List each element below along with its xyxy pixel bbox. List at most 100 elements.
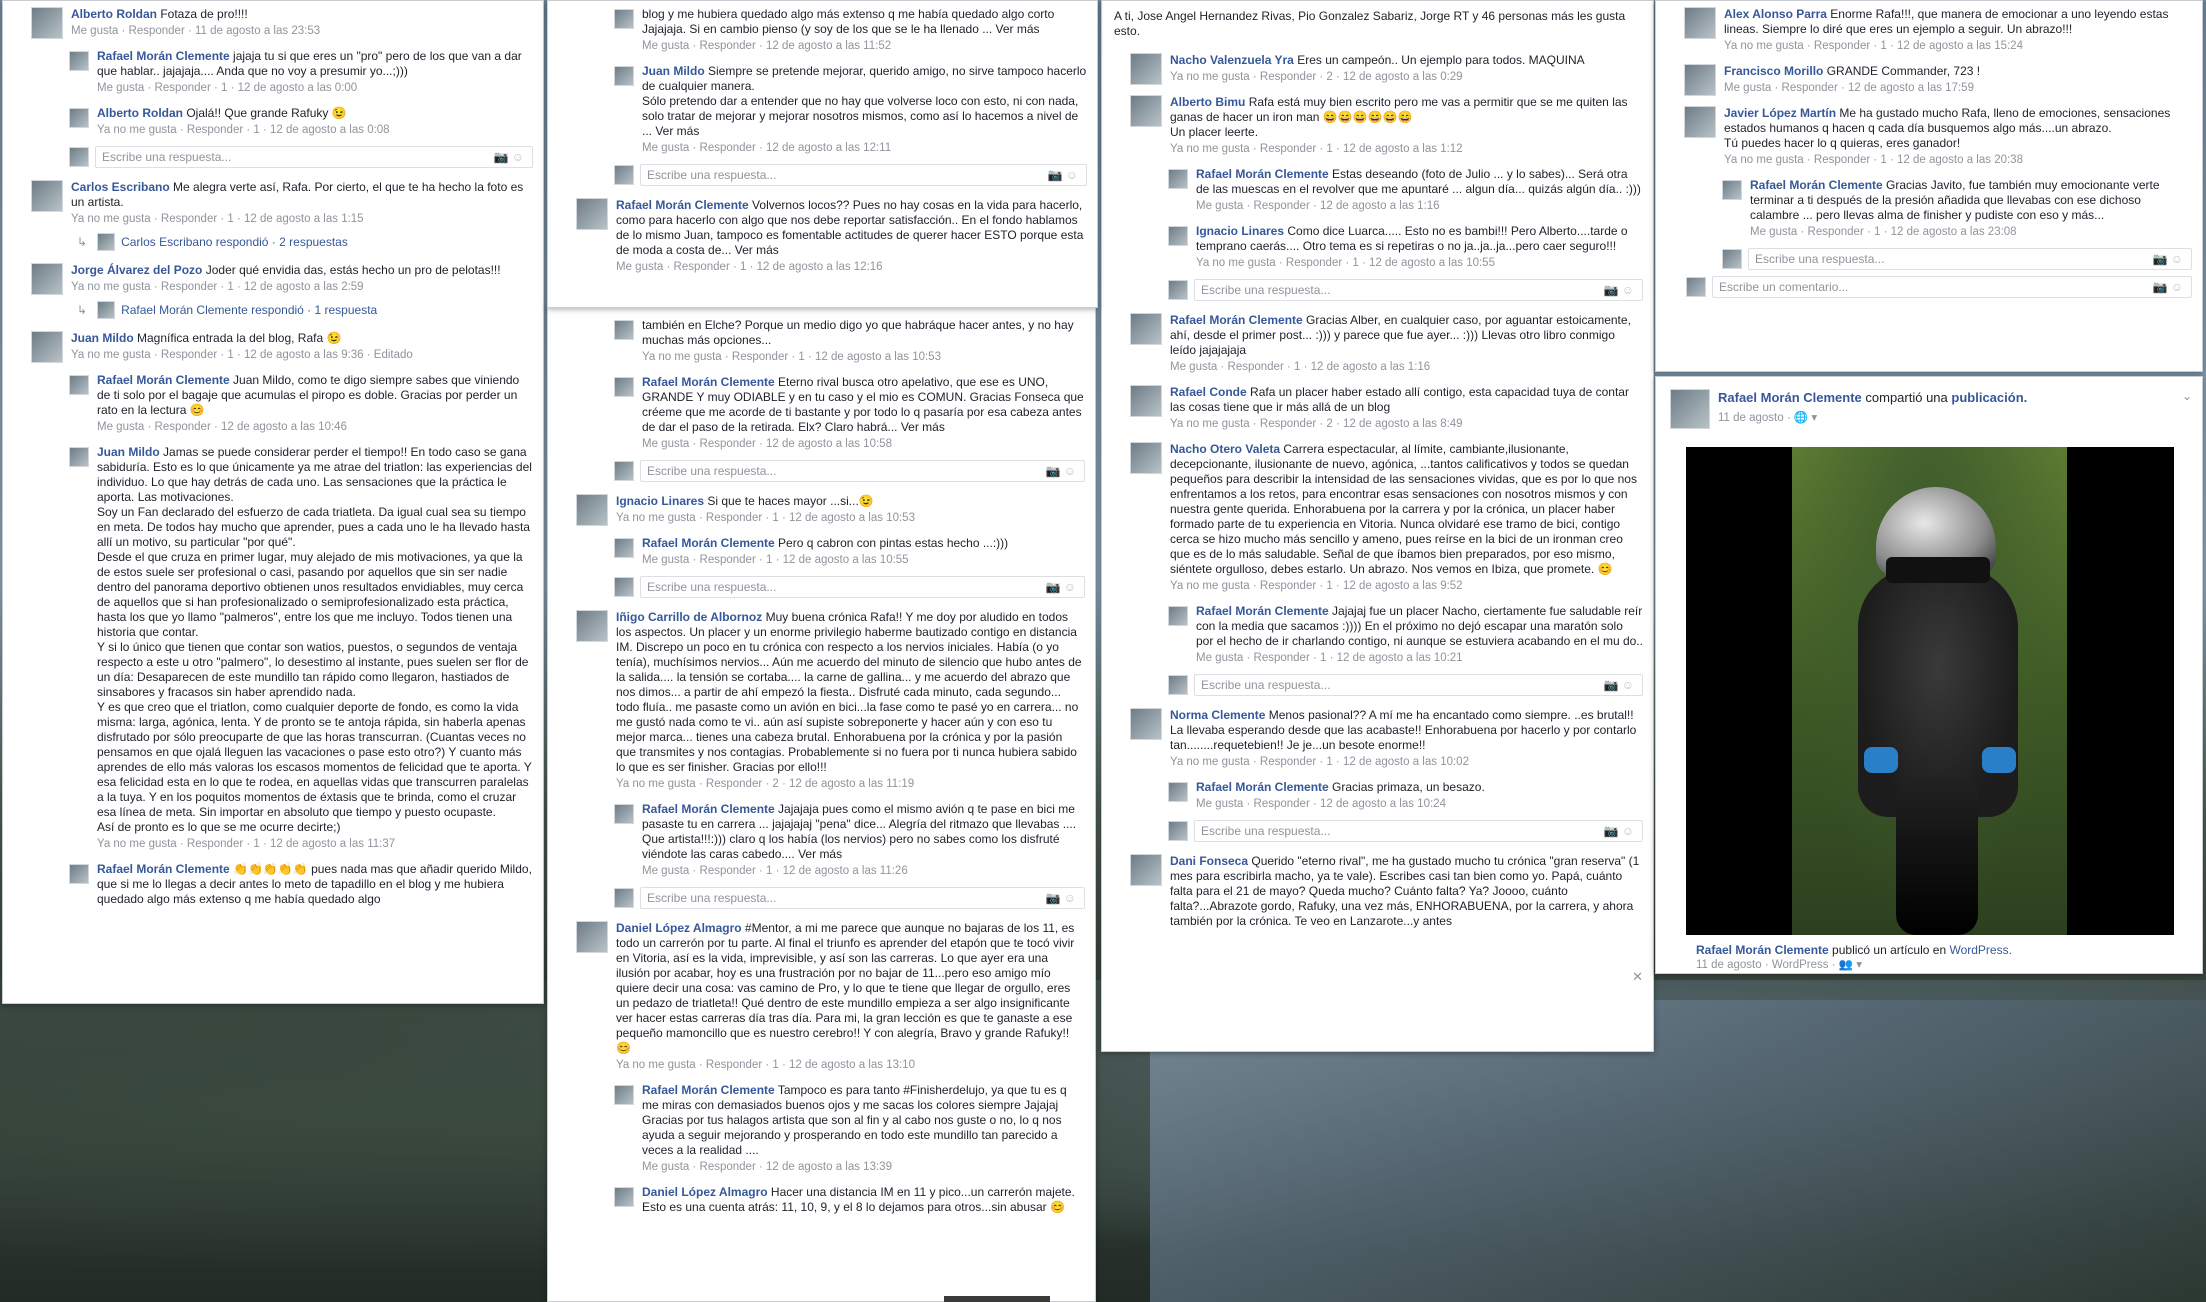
comment-actions[interactable]: Me gusta · Responder · 1 · 12 de agosto … (616, 260, 1087, 275)
comment-actions[interactable]: Ya no me gusta · Responder · 1 · 12 de a… (97, 123, 533, 138)
comment-actions[interactable]: Me gusta · Responder · 12 de agosto a la… (97, 420, 533, 435)
reply-input[interactable]: Escribe una respuesta... 📷 ☺ (640, 164, 1087, 186)
reply-input[interactable]: Escribe una respuesta... 📷 ☺ (1194, 674, 1643, 696)
avatar[interactable] (69, 864, 89, 884)
comment-actions[interactable]: Me gusta · Responder · 12 de agosto a la… (1196, 797, 1643, 812)
avatar[interactable] (614, 66, 634, 86)
commenter-name[interactable]: Alberto Roldan (71, 7, 157, 21)
comment-actions[interactable]: Ya no me gusta · Responder · 1 · 12 de a… (616, 511, 1085, 526)
commenter-name[interactable]: Rafael Morán Clemente (1170, 313, 1303, 327)
replies-link[interactable]: ↳ Carlos Escribano respondió · 2 respuest… (3, 231, 543, 257)
camera-icon[interactable]: 📷 ☺ (2152, 280, 2183, 294)
comment-actions[interactable]: Ya no me gusta · Responder · 1 · 12 de a… (1170, 579, 1643, 594)
comment-actions[interactable]: Me gusta · Responder · 1 · 12 de agosto … (1170, 360, 1643, 375)
avatar[interactable] (31, 180, 63, 212)
avatar[interactable] (1130, 854, 1162, 886)
avatar[interactable] (1684, 64, 1716, 96)
comment-actions[interactable]: Ya no me gusta · Responder · 1 · 12 de a… (1724, 39, 2192, 54)
camera-icon[interactable]: 📷 ☺ (2152, 252, 2183, 266)
avatar[interactable] (1168, 606, 1188, 626)
author-link[interactable]: Rafael Morán Clemente (1718, 390, 1862, 405)
chevron-down-icon[interactable]: ⌄ (2182, 389, 2192, 403)
comment-actions[interactable]: Me gusta · Responder · 12 de agosto a la… (642, 437, 1085, 452)
comment-actions[interactable]: Ya no me gusta · Responder · 1 · 12 de a… (642, 350, 1085, 365)
commenter-name[interactable]: Nacho Valenzuela Yra (1170, 53, 1294, 67)
comment-actions[interactable]: Ya no me gusta · Responder · 1 · 12 de a… (1170, 755, 1643, 770)
commenter-name[interactable]: Carlos Escribano (71, 180, 170, 194)
scrollbar[interactable] (944, 1296, 1050, 1302)
replies-link-text[interactable]: Carlos Escribano respondió · 2 respuesta… (121, 235, 348, 249)
avatar[interactable] (1130, 708, 1162, 740)
commenter-name[interactable]: Daniel López Almagro (616, 921, 742, 935)
avatar[interactable] (1684, 106, 1716, 138)
avatar[interactable] (1130, 313, 1162, 345)
commenter-name[interactable]: Alex Alonso Parra (1724, 7, 1827, 21)
commenter-name[interactable]: Javier López Martín (1724, 106, 1836, 120)
comment-actions[interactable]: Ya no me gusta · Responder · 1 · 12 de a… (71, 348, 533, 363)
avatar[interactable] (1130, 442, 1162, 474)
avatar[interactable] (1130, 95, 1162, 127)
avatar[interactable] (576, 494, 608, 526)
commenter-name[interactable]: Jorge Álvarez del Pozo (71, 263, 202, 277)
comment-actions[interactable]: Me gusta · Responder · 11 de agosto a la… (71, 24, 533, 39)
avatar[interactable] (576, 921, 608, 953)
commenter-name[interactable]: Rafael Morán Clemente (1196, 604, 1329, 618)
comment-actions[interactable]: Ya no me gusta · Responder · 1 · 12 de a… (1724, 153, 2192, 168)
replies-link-text[interactable]: Rafael Morán Clemente respondió · 1 resp… (121, 303, 377, 317)
comment-actions[interactable]: Me gusta · Responder · 1 · 12 de agosto … (642, 864, 1085, 879)
avatar[interactable] (1722, 180, 1742, 200)
comment-actions[interactable]: Ya no me gusta · Responder · 1 · 12 de a… (71, 280, 533, 295)
post-date[interactable]: 11 de agosto · 🌐 ▾ (1718, 410, 2027, 424)
publication-link[interactable]: publicación. (1951, 390, 2027, 405)
comment-actions[interactable]: Ya no me gusta · Responder · 1 · 12 de a… (71, 212, 533, 227)
caption-author-link[interactable]: Rafael Morán Clemente (1696, 943, 1829, 957)
commenter-name[interactable]: Rafael Morán Clemente (97, 862, 230, 876)
commenter-name[interactable]: Francisco Morillo (1724, 64, 1823, 78)
commenter-name[interactable]: Juan Mildo (642, 64, 705, 78)
comment-actions[interactable]: Me gusta · Responder · 1 · 12 de agosto … (1750, 225, 2192, 240)
avatar[interactable] (1130, 53, 1162, 85)
comment-actions[interactable]: Ya no me gusta · Responder · 1 · 12 de a… (616, 1058, 1085, 1073)
avatar[interactable] (31, 331, 63, 363)
commenter-name[interactable]: Alberto Bimu (1170, 95, 1245, 109)
commenter-name[interactable]: Daniel López Almagro (642, 1185, 768, 1199)
avatar[interactable] (31, 7, 63, 39)
reply-input[interactable]: Escribe una respuesta... 📷 ☺ (1194, 279, 1643, 301)
wordpress-link[interactable]: WordPress. (1949, 943, 2011, 957)
commenter-name[interactable]: Rafael Morán Clemente (642, 375, 775, 389)
commenter-name[interactable]: Dani Fonseca (1170, 854, 1248, 868)
camera-icon[interactable]: 📷 ☺ (1603, 678, 1634, 692)
commenter-name[interactable]: Rafael Morán Clemente (642, 802, 775, 816)
post-photo[interactable] (1686, 447, 2174, 935)
avatar[interactable] (614, 1187, 634, 1207)
comment-actions[interactable]: Me gusta · Responder · 1 · 12 de agosto … (642, 553, 1085, 568)
reply-input[interactable]: Escribe una respuesta... 📷 ☺ (1748, 248, 2192, 270)
commenter-name[interactable]: Norma Clemente (1170, 708, 1265, 722)
comment-actions[interactable]: Ya no me gusta · Responder · 2 · 12 de a… (1170, 70, 1643, 85)
camera-icon[interactable]: 📷 ☺ (1045, 464, 1076, 478)
comment-actions[interactable]: Me gusta · Responder · 1 · 12 de agosto … (97, 81, 533, 96)
comment-actions[interactable]: Me gusta · Responder · 1 · 12 de agosto … (1196, 651, 1643, 666)
replies-link[interactable]: ↳ Rafael Morán Clemente respondió · 1 res… (3, 299, 543, 325)
commenter-name[interactable]: Rafael Morán Clemente (97, 49, 230, 63)
camera-icon[interactable]: 📷 ☺ (493, 150, 524, 164)
camera-icon[interactable]: 📷 ☺ (1045, 580, 1076, 594)
comment-actions[interactable]: Ya no me gusta · Responder · 1 · 12 de a… (97, 837, 533, 852)
avatar[interactable] (576, 610, 608, 642)
avatar[interactable] (69, 447, 89, 467)
close-icon[interactable]: ✕ (1632, 969, 1643, 985)
reply-input[interactable]: Escribe una respuesta... 📷 ☺ (95, 146, 533, 168)
commenter-name[interactable]: Rafael Morán Clemente (642, 536, 775, 550)
avatar[interactable] (69, 51, 89, 71)
comment-actions[interactable]: Ya no me gusta · Responder · 2 · 12 de a… (1170, 417, 1643, 432)
commenter-name[interactable]: Rafael Morán Clemente (1750, 178, 1883, 192)
avatar[interactable] (69, 108, 89, 128)
commenter-name[interactable]: Juan Mildo (97, 445, 160, 459)
commenter-name[interactable]: Rafael Morán Clemente (1196, 167, 1329, 181)
avatar[interactable] (614, 377, 634, 397)
comment-actions[interactable]: Me gusta · Responder · 12 de agosto a la… (1724, 81, 2192, 96)
avatar[interactable] (1670, 389, 1710, 429)
camera-icon[interactable]: 📷 ☺ (1047, 168, 1078, 182)
avatar[interactable] (69, 375, 89, 395)
avatar[interactable] (31, 263, 63, 295)
